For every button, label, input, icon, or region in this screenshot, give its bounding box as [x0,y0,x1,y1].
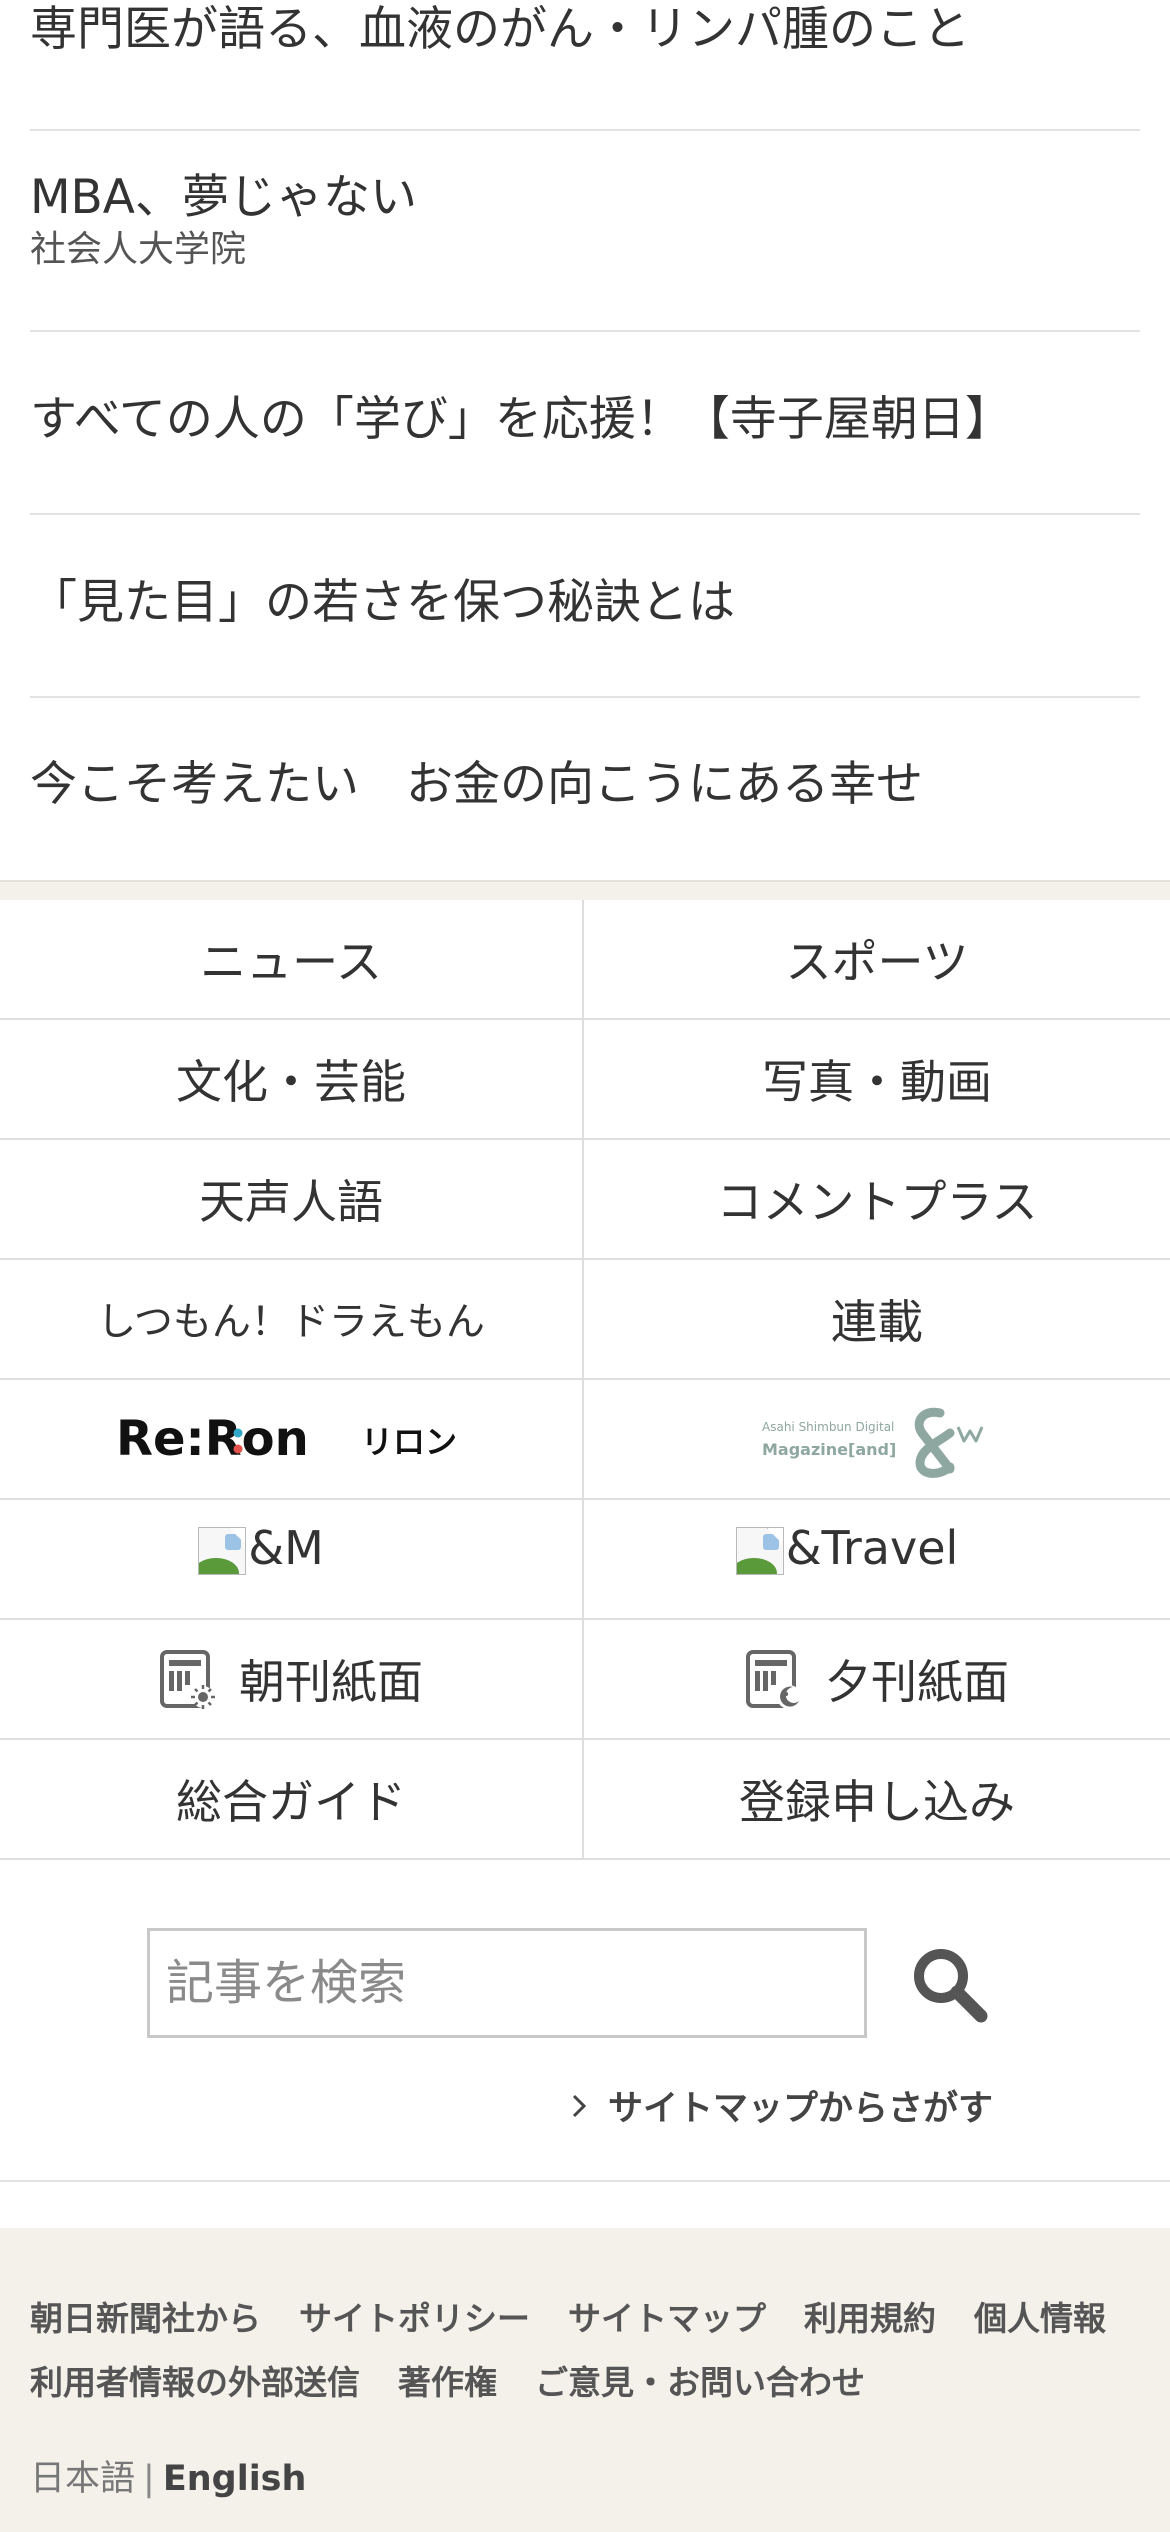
nav-news[interactable]: ニュース [0,900,584,1020]
nav-culture-label: 文化・芸能 [176,1055,406,1109]
search-icon [914,1949,988,2023]
promo-item[interactable]: 今こそ考えたい お金の向こうにある幸せ [30,755,1140,815]
nav-rensai[interactable]: 連載 [584,1260,1170,1380]
nav-and-m[interactable]: &M [0,1500,584,1620]
ampersand-w-icon [914,1407,984,1478]
footer-link-copyright[interactable]: 著作権 [398,2356,497,2404]
reron-dot-icon [233,1444,243,1454]
nav-news-label: ニュース [200,935,382,989]
section-nav-grid: ニュース スポーツ 文化・芸能 写真・動画 天声人語 コメントプラス しつもん！… [0,900,1170,1860]
footer-link-external-transmission[interactable]: 利用者情報の外部送信 [30,2356,360,2404]
footer-link-sitemap[interactable]: サイトマップ [568,2292,766,2340]
nav-sports-label: スポーツ [785,935,969,989]
promo-title[interactable]: 「見た目」の若さを保つ秘訣とは [30,573,1140,633]
promo-subtitle: 社会人大学院 [30,229,247,270]
nav-reron[interactable]: Re:Ron リロン [0,1380,584,1500]
promo-item[interactable]: MBA、夢じゃない 社会人大学院 [30,168,1140,272]
lang-english[interactable]: English [163,2459,307,2499]
search-area: サイトマップからさがす [0,1860,1170,2182]
nav-register[interactable]: 登録申し込み [584,1740,1170,1860]
promo-item[interactable]: 専門医が語る、血液のがん・リンパ腫のこと [30,0,1140,60]
magazine-logo-line2: Magazine[and] [762,1440,896,1459]
promo-divider [30,129,1140,131]
sitemap-link-label: サイトマップからさがす [608,2089,994,2129]
reron-dot-icon [233,1428,243,1438]
nav-guide-label: 総合ガイド [176,1775,406,1829]
nav-tensei-jingo[interactable]: 天声人語 [0,1140,584,1260]
broken-image-icon [735,1527,784,1575]
footer-link-about[interactable]: 朝日新聞社から [30,2292,261,2340]
magazine-and-logo: Asahi Shimbun Digital Magazine[and] [762,1407,984,1478]
reron-kana-text: リロン [361,1423,457,1461]
footer-link-site-policy[interactable]: サイトポリシー [299,2292,530,2340]
promo-divider [30,513,1140,515]
and-travel-alt: &Travel [735,1521,959,1575]
nav-photo-video-label: 写真・動画 [762,1055,992,1109]
promo-item[interactable]: すべての人の「学び」を応援！【寺子屋朝日】 [30,390,1140,450]
nav-sports[interactable]: スポーツ [584,900,1170,1020]
nav-top-band [0,880,1170,900]
lang-separator: | [143,2459,155,2499]
nav-photo-video[interactable]: 写真・動画 [584,1020,1170,1140]
and-m-alt: &M [198,1521,324,1575]
search-input[interactable] [147,1928,867,2038]
and-m-label: &M [248,1521,324,1575]
search-button[interactable] [905,1940,995,2030]
footer-links-row: 利用者情報の外部送信 著作権 ご意見・お問い合わせ [30,2348,1150,2412]
lang-japanese[interactable]: 日本語 [30,2459,135,2499]
nav-guide[interactable]: 総合ガイド [0,1740,584,1860]
nav-culture[interactable]: 文化・芸能 [0,1020,584,1140]
evening-paper-label: 夕刊紙面 [825,1655,1009,1709]
footer-link-contact[interactable]: ご意見・お問い合わせ [535,2356,865,2404]
footer-link-terms[interactable]: 利用規約 [804,2292,936,2340]
broken-image-icon [198,1527,247,1575]
nav-register-label: 登録申し込み [739,1775,1015,1829]
footer-links-row: 朝日新聞社から サイトポリシー サイトマップ 利用規約 個人情報 [30,2284,1150,2348]
morning-paper-icon [160,1650,215,1709]
nav-evening-paper[interactable]: 夕刊紙面 [584,1620,1170,1740]
promo-item[interactable]: 「見た目」の若さを保つ秘訣とは [30,573,1140,633]
footer-link-privacy[interactable]: 個人情報 [974,2292,1106,2340]
sitemap-search-link[interactable]: サイトマップからさがす [570,2080,993,2131]
promo-divider [30,696,1140,698]
and-travel-label: &Travel [785,1521,959,1575]
morning-paper-label: 朝刊紙面 [239,1655,423,1709]
nav-shitsumon-doraemon[interactable]: しつもん！ドラえもん [0,1260,584,1380]
nav-rensai-label: 連載 [831,1295,923,1349]
promo-title[interactable]: 専門医が語る、血液のがん・リンパ腫のこと [30,0,1140,60]
promo-title[interactable]: 今こそ考えたい お金の向こうにある幸せ [30,755,1140,815]
chevron-right-icon [572,2094,587,2117]
magazine-logo-line1: Asahi Shimbun Digital [762,1420,894,1434]
footer-links: 朝日新聞社から サイトポリシー サイトマップ 利用規約 個人情報 利用者情報の外… [30,2284,1150,2412]
nav-comment-plus-label: コメントプラス [716,1175,1038,1229]
nav-morning-paper[interactable]: 朝刊紙面 [0,1620,584,1740]
nav-shitsumon-label: しつもん！ドラえもん [97,1300,485,1345]
reron-logo: Re:Ron リロン [116,1411,457,1467]
evening-paper-icon [746,1650,801,1709]
promo-title[interactable]: すべての人の「学び」を応援！【寺子屋朝日】 [30,390,1140,450]
promo-list: 専門医が語る、血液のがん・リンパ腫のこと MBA、夢じゃない 社会人大学院 すべ… [0,0,1170,880]
nav-comment-plus[interactable]: コメントプラス [584,1140,1170,1260]
nav-and-travel[interactable]: &Travel [584,1500,1170,1620]
reron-logo-text: Re:Ron [116,1411,309,1467]
promo-divider [30,330,1140,332]
nav-tensei-jingo-label: 天声人語 [199,1175,383,1229]
language-switcher: 日本語 | English [30,2450,306,2501]
promo-title[interactable]: MBA、夢じゃない [30,168,1140,228]
footer: 朝日新聞社から サイトポリシー サイトマップ 利用規約 個人情報 利用者情報の外… [0,2228,1170,2532]
nav-magazine-and[interactable]: Asahi Shimbun Digital Magazine[and] [584,1380,1170,1500]
